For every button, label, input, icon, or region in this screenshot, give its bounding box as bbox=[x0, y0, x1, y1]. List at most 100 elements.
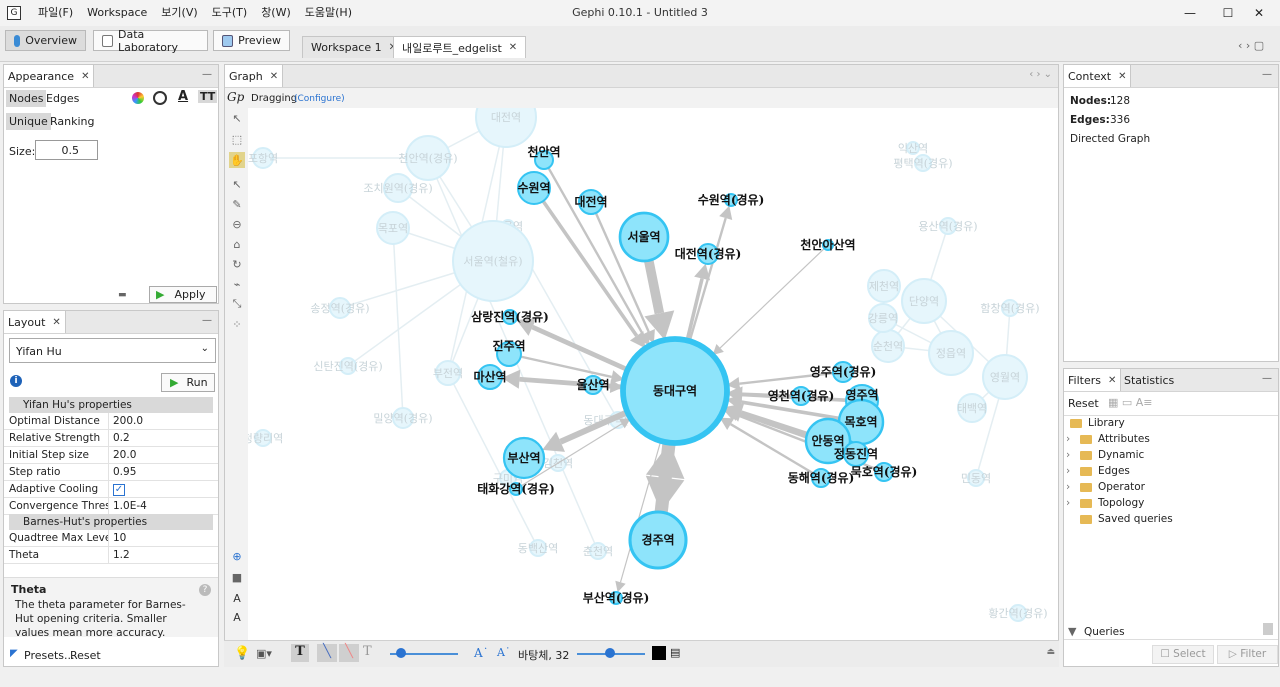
node-pencil-icon[interactable]: ⁘ bbox=[229, 316, 245, 332]
close-icon[interactable]: ✕ bbox=[1118, 71, 1126, 82]
size-icon[interactable] bbox=[153, 91, 167, 105]
font-label[interactable]: 바탕체, 32 bbox=[518, 647, 569, 663]
menu-view[interactable]: 보기(V) bbox=[154, 0, 204, 26]
run-button[interactable]: ▶ Run bbox=[161, 373, 215, 392]
scrollbar[interactable] bbox=[1263, 623, 1273, 635]
filter-button[interactable]: ▷ Filter bbox=[1217, 645, 1278, 664]
label-color-icon[interactable]: A bbox=[229, 590, 245, 606]
overview-button[interactable]: Overview bbox=[5, 30, 86, 51]
edge-color-icon[interactable]: ╲ bbox=[339, 644, 359, 662]
prop-value[interactable]: 200.0 bbox=[109, 415, 143, 427]
slider-thumb[interactable] bbox=[396, 648, 406, 658]
attributes-icon[interactable]: ▤ bbox=[670, 646, 680, 659]
lightbulb-icon[interactable]: 💡 bbox=[234, 646, 250, 661]
prop-value[interactable]: 0.2 bbox=[109, 432, 130, 444]
prop-value[interactable]: 0.95 bbox=[109, 466, 136, 478]
minimize-icon[interactable]: — bbox=[1262, 373, 1272, 384]
data-laboratory-button[interactable]: Data Laboratory bbox=[93, 28, 208, 54]
adaptive-cooling-checkbox[interactable]: ✓ bbox=[109, 483, 125, 496]
show-edges-icon[interactable]: ╲ bbox=[317, 644, 337, 662]
zoom-icon[interactable]: ⊕ bbox=[229, 548, 245, 564]
reset-button[interactable]: Reset bbox=[70, 649, 101, 662]
prop-value[interactable]: 20.0 bbox=[109, 449, 136, 461]
layout-tab[interactable]: Layout ✕ bbox=[4, 311, 66, 333]
tree-item-saved-queries[interactable]: Saved queries bbox=[1080, 513, 1173, 525]
tab-nav-arrows[interactable]: ‹ › ▢ bbox=[1238, 39, 1264, 52]
filters-reset-button[interactable]: Reset bbox=[1068, 397, 1099, 410]
presets-button[interactable]: Presets... bbox=[24, 649, 75, 662]
collapse-icon[interactable]: ⏏ bbox=[1046, 647, 1055, 657]
info-icon[interactable]: i bbox=[10, 375, 22, 387]
graph-tab[interactable]: Graph ✕ bbox=[225, 65, 284, 87]
font-increase-icon[interactable]: A˙ bbox=[474, 646, 489, 660]
minimize-icon[interactable]: — bbox=[202, 315, 212, 326]
select-tool-icon[interactable]: ↖ bbox=[229, 110, 245, 126]
tab-ranking[interactable]: Ranking bbox=[50, 115, 95, 128]
painter-icon[interactable]: ✎ bbox=[229, 196, 245, 212]
rectangle-select-icon[interactable]: ⬚ bbox=[229, 131, 245, 147]
select-button[interactable]: ☐ Select bbox=[1152, 645, 1214, 664]
tab-unique[interactable]: Unique bbox=[6, 113, 51, 130]
tree-item-dynamic[interactable]: › Dynamic bbox=[1066, 449, 1144, 461]
yifan-hu-properties-header[interactable]: Yifan Hu's properties bbox=[9, 397, 213, 413]
apply-button[interactable]: ▶ Apply bbox=[149, 286, 217, 303]
edit-icon[interactable]: ↖ bbox=[229, 176, 245, 192]
context-tab[interactable]: Context ✕ bbox=[1064, 65, 1132, 87]
sizer-icon[interactable]: ⊖ bbox=[229, 216, 245, 232]
graph-tab-nav[interactable]: ‹ › ⌄ bbox=[1029, 69, 1052, 80]
barnes-hut-properties-header[interactable]: Barnes-Hut's properties bbox=[9, 514, 213, 530]
edge-labels-icon[interactable]: T bbox=[363, 644, 372, 659]
graph-canvas[interactable]: 대전역서울역 천안역(경유) 조치원역(경유) 서울역(철유) 목포역송정역(경유) 순천… bbox=[248, 108, 1058, 640]
library-node[interactable]: Library bbox=[1070, 417, 1125, 429]
tree-item-operator[interactable]: › Operator bbox=[1066, 481, 1145, 493]
help-icon[interactable]: ? bbox=[199, 584, 211, 596]
filters-tab[interactable]: Filters ✕ bbox=[1064, 369, 1122, 391]
close-icon[interactable]: ✕ bbox=[1108, 375, 1116, 386]
menu-file[interactable]: 파일(F) bbox=[31, 0, 80, 26]
tree-item-attributes[interactable]: › Attributes bbox=[1066, 433, 1150, 445]
tab-workspace-1[interactable]: Workspace 1✕ bbox=[302, 36, 407, 58]
screenshot-icon[interactable]: ▣▾ bbox=[256, 647, 272, 660]
tab-nodes[interactable]: Nodes bbox=[6, 90, 47, 107]
tab-statistics[interactable]: Statistics bbox=[1124, 374, 1174, 387]
close-button[interactable]: ✕ bbox=[1238, 0, 1280, 26]
label-color-swatch[interactable] bbox=[652, 646, 666, 660]
prop-value[interactable]: 10 bbox=[109, 532, 126, 544]
slider-thumb[interactable] bbox=[605, 648, 615, 658]
drag-hand-icon[interactable]: ✋ bbox=[229, 152, 245, 168]
tab-edges[interactable]: Edges bbox=[46, 92, 79, 105]
show-labels-icon[interactable]: T bbox=[291, 644, 309, 662]
edge-pencil-icon[interactable]: ⤡ bbox=[229, 296, 245, 312]
brush-icon[interactable]: ⌂ bbox=[229, 236, 245, 252]
menu-help[interactable]: 도움말(H) bbox=[298, 0, 359, 26]
heat-map-icon[interactable]: ↻ bbox=[229, 256, 245, 272]
prop-value[interactable]: 1.0E-4 bbox=[109, 500, 147, 512]
filter-toolbar-icons[interactable]: ▦ ▭ A≡ bbox=[1108, 396, 1153, 409]
menu-window[interactable]: 창(W) bbox=[254, 0, 298, 26]
tree-item-topology[interactable]: › Topology bbox=[1066, 497, 1144, 509]
close-icon[interactable]: ✕ bbox=[509, 42, 517, 53]
menu-workspace[interactable]: Workspace bbox=[80, 0, 154, 26]
size-spinner[interactable]: 0.5 bbox=[35, 140, 98, 160]
minimize-icon[interactable]: — bbox=[1262, 69, 1272, 80]
configure-link[interactable]: (Configure) bbox=[294, 94, 345, 104]
appearance-tab[interactable]: Appearance ✕ bbox=[4, 65, 95, 87]
preview-button[interactable]: Preview bbox=[213, 30, 290, 51]
prop-value[interactable]: 1.2 bbox=[109, 549, 130, 561]
close-icon[interactable]: ✕ bbox=[52, 317, 60, 328]
tree-item-edges[interactable]: › Edges bbox=[1066, 465, 1130, 477]
minimize-icon[interactable]: — bbox=[202, 69, 212, 80]
close-icon[interactable]: ✕ bbox=[270, 71, 278, 82]
label-size-icon[interactable]: TT bbox=[198, 90, 218, 103]
background-color-icon[interactable]: ■ bbox=[229, 569, 245, 585]
shortest-path-icon[interactable]: ⌁ bbox=[229, 276, 245, 292]
tab-edgelist-file[interactable]: 내일로루트_edgelist ✕ bbox=[393, 36, 527, 58]
layout-algorithm-select[interactable]: Yifan Hu ⌄ bbox=[9, 338, 216, 363]
label-color-icon[interactable]: A bbox=[178, 89, 188, 104]
color-palette-icon[interactable] bbox=[132, 92, 144, 104]
close-icon[interactable]: ✕ bbox=[81, 71, 89, 82]
minimize-button[interactable]: — bbox=[1169, 0, 1211, 26]
font-decrease-icon[interactable]: A˙ bbox=[497, 646, 510, 659]
menu-tools[interactable]: 도구(T) bbox=[205, 0, 255, 26]
label-size-icon[interactable]: A bbox=[229, 609, 245, 625]
